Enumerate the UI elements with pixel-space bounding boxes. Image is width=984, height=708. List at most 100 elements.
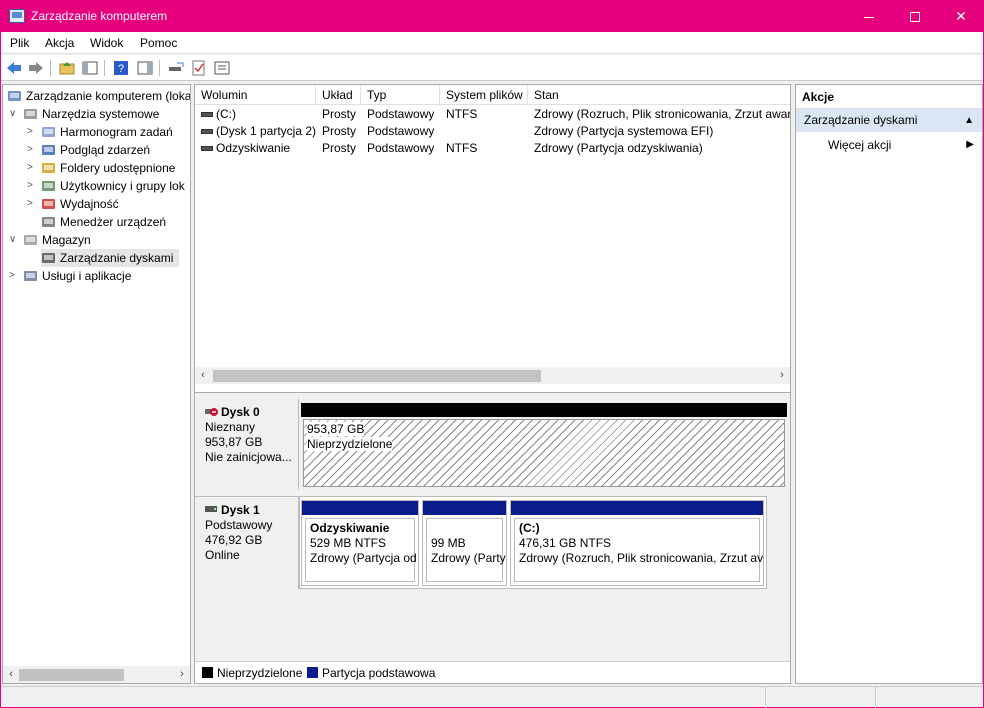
column-header-status[interactable]: Stan	[528, 85, 790, 105]
scroll-left-icon[interactable]: ‹	[195, 367, 211, 384]
tree-item[interactable]: > Wydajność	[3, 195, 190, 213]
tree-item-label: Foldery udostępnione	[60, 161, 176, 175]
menu-action[interactable]: Akcja	[45, 36, 74, 50]
tree-item[interactable]: Zarządzanie komputerem (loka	[3, 87, 190, 105]
tree-item-label: Podgląd zdarzeń	[60, 143, 151, 157]
scroll-right-icon[interactable]: ›	[774, 367, 790, 384]
disk-0-status: Nie zainicjowa...	[205, 450, 292, 464]
volume-cell: NTFS	[446, 107, 478, 121]
disk-error-icon	[205, 408, 218, 416]
scroll-right-icon[interactable]: ›	[174, 666, 190, 683]
collapse-up-icon[interactable]: ▲	[964, 109, 974, 132]
computer-management-app-icon	[9, 9, 25, 23]
tree-item[interactable]: > Użytkownicy i grupy lok	[3, 177, 190, 195]
volume-cell: (C:)	[216, 107, 236, 121]
show-hide-action-pane-icon[interactable]	[136, 59, 154, 77]
volume-icon	[201, 146, 213, 151]
disk-1-partition-efi[interactable]: 99 MB Zdrowy (Party	[422, 500, 507, 586]
disk-0-part-size: 953,87 GB	[307, 422, 365, 436]
scroll-left-icon[interactable]: ‹	[3, 666, 19, 683]
volume-cell: Podstawowy	[367, 141, 435, 155]
tree-item-label: Usługi i aplikacje	[42, 269, 132, 283]
tree-item-label: Menedżer urządzeń	[60, 215, 167, 229]
chevron-down-icon[interactable]: ∨	[9, 231, 19, 249]
more-actions-item[interactable]: Więcej akcji ▶	[796, 135, 982, 155]
chevron-right-icon[interactable]: >	[27, 141, 37, 159]
back-arrow-icon[interactable]	[5, 59, 23, 77]
volume-cell: Prosty	[322, 124, 357, 138]
volume-icon	[201, 129, 213, 134]
chevron-right-icon[interactable]: >	[9, 267, 19, 285]
column-header-type[interactable]: Typ	[361, 85, 440, 105]
forward-arrow-icon[interactable]	[27, 59, 45, 77]
legend-label-primary: Partycja podstawowa	[322, 666, 436, 680]
tree-item-label: Narzędzia systemowe	[42, 107, 160, 121]
disk-1-partition-c[interactable]: (C:) 476,31 GB NTFS Zdrowy (Rozruch, Pli…	[510, 500, 764, 586]
close-button[interactable]: ✕	[938, 1, 984, 32]
volume-cell: Zdrowy (Partycja odzyskiwania)	[534, 141, 703, 155]
settings-list-icon[interactable]	[213, 59, 231, 77]
disk-0-unallocated[interactable]: 953,87 GB Nieprzydzielone	[301, 403, 787, 489]
scrollbar-thumb[interactable]	[213, 370, 541, 382]
toolbar-separator	[159, 60, 160, 76]
primary-partition-bar	[511, 501, 763, 515]
column-header-volume[interactable]: Wolumin	[195, 85, 316, 105]
disk-0-part-status: Nieprzydzielone	[307, 437, 393, 451]
tree-item[interactable]: > Usługi i aplikacje	[3, 267, 190, 285]
volume-row[interactable]: (C:) Prosty Podstawowy NTFS Zdrowy (Rozruch,…	[195, 106, 791, 123]
tree-item[interactable]: > Harmonogram zadań	[3, 123, 190, 141]
computer-management-icon	[7, 89, 22, 103]
volume-icon	[201, 112, 213, 117]
chevron-down-icon[interactable]: ∨	[9, 105, 19, 123]
maximize-button[interactable]	[892, 1, 938, 32]
disk-0-size: 953,87 GB	[205, 435, 263, 449]
up-folder-icon[interactable]	[58, 59, 76, 77]
chevron-right-icon[interactable]: >	[27, 195, 37, 213]
help-icon[interactable]: ?	[112, 59, 130, 77]
status-bar	[1, 686, 983, 708]
menu-help[interactable]: Pomoc	[140, 36, 177, 50]
disk-1-partition-recovery[interactable]: Odzyskiwanie 529 MB NTFS Zdrowy (Partycj…	[301, 500, 419, 586]
chevron-right-icon[interactable]: >	[27, 123, 37, 141]
tree-item[interactable]: > Foldery udostępnione	[3, 159, 190, 177]
check-properties-icon[interactable]	[190, 59, 208, 77]
partition-details: 99 MB Zdrowy (Party	[426, 518, 506, 582]
disk-1-label[interactable]: Dysk 1 Podstawowy 476,92 GB Online	[195, 496, 299, 589]
connect-disk-icon[interactable]	[167, 59, 185, 77]
column-header-layout[interactable]: Układ	[316, 85, 361, 105]
tree-item[interactable]: ∨ Narzędzia systemowe	[3, 105, 190, 123]
main-window: Zarządzanie komputerem ✕ Plik Akcja Wido…	[0, 0, 984, 708]
volume-cell: Zdrowy (Rozruch, Plik stronicowania, Zrz…	[534, 107, 791, 121]
tree-item[interactable]: > Podgląd zdarzeń	[3, 141, 190, 159]
actions-header: Akcje	[796, 85, 982, 109]
chevron-right-icon[interactable]: >	[27, 159, 37, 177]
minimize-button[interactable]	[846, 1, 892, 32]
minimize-icon	[864, 16, 874, 18]
volume-cell: Zdrowy (Partycja systemowa EFI)	[534, 124, 714, 138]
menu-view[interactable]: Widok	[90, 36, 123, 50]
task-scheduler-icon	[41, 125, 56, 139]
volume-row[interactable]: Odzyskiwanie Prosty Podstawowy NTFS Zdrowy (…	[195, 140, 790, 157]
disk-1-status: Online	[205, 548, 240, 562]
volume-row[interactable]: (Dysk 1 partycja 2) Prosty Podstawowy Zdrow…	[195, 123, 790, 140]
tree-item-label: Zarządzanie komputerem (loka	[26, 89, 191, 103]
tree-item[interactable]: ∨ Magazyn	[3, 231, 190, 249]
tree-item[interactable]: Menedżer urządzeń	[3, 213, 190, 231]
volume-horizontal-scrollbar[interactable]: ‹ ›	[195, 367, 790, 384]
legend-swatch-primary	[307, 667, 318, 678]
menu-file[interactable]: Plik	[10, 36, 29, 50]
column-header-filesystem[interactable]: System plików	[440, 85, 528, 105]
title-bar[interactable]: Zarządzanie komputerem ✕	[1, 1, 983, 32]
actions-section-disk-management[interactable]: Zarządzanie dyskami ▲	[796, 109, 982, 132]
services-apps-icon	[23, 269, 38, 283]
chevron-right-icon[interactable]: >	[27, 177, 37, 195]
unallocated-text-box: 953,87 GB Nieprzydzielone	[307, 422, 781, 456]
show-hide-tree-icon[interactable]	[81, 59, 99, 77]
unallocated-bar	[301, 403, 787, 417]
tree-horizontal-scrollbar[interactable]: ‹ ›	[3, 666, 190, 683]
tree-item[interactable]: Zarządzanie dyskami	[41, 249, 179, 267]
scrollbar-thumb[interactable]	[19, 669, 124, 681]
storage-icon	[23, 233, 38, 247]
actions-pane: Akcje Zarządzanie dyskami ▲ Więcej akcji…	[795, 84, 983, 684]
disk-0-label[interactable]: Dysk 0 Nieznany 953,87 GB Nie zainicjowa…	[195, 399, 299, 489]
